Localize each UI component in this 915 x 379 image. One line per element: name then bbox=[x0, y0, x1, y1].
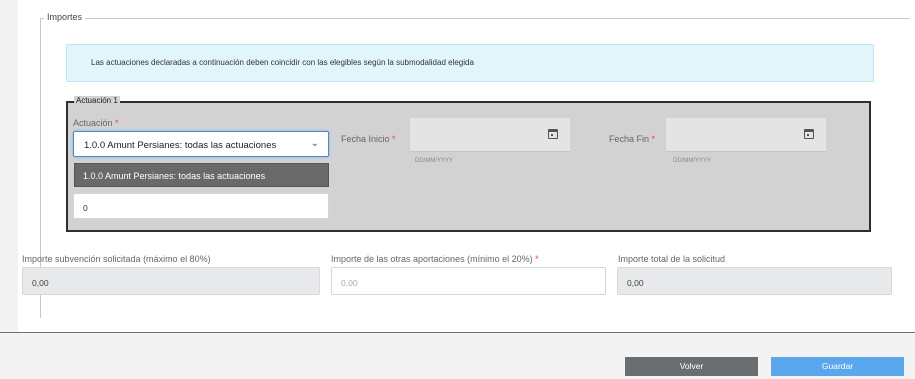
calendar-icon[interactable] bbox=[804, 129, 814, 139]
actuacion-select[interactable]: 1.0.0 Amunt Persianes: todas las actuaci… bbox=[73, 131, 329, 157]
fecha-fin-input[interactable] bbox=[666, 118, 826, 152]
fecha-inicio-input[interactable] bbox=[410, 118, 570, 152]
fecha-inicio-hint: DD/MM/YYYY bbox=[415, 158, 454, 164]
importes-legend: Importes bbox=[44, 12, 86, 22]
fecha-fin-label: Fecha Fin * bbox=[609, 134, 656, 144]
actuacion-amount-value: 0 bbox=[83, 203, 88, 213]
info-alert-text: Las actuaciones declaradas a continuació… bbox=[91, 58, 474, 67]
fecha-inicio-label: Fecha Inicio * bbox=[341, 134, 396, 144]
total-value: 0,00 bbox=[627, 278, 644, 288]
divider bbox=[0, 332, 915, 333]
actuacion-amount-input[interactable]: 0 bbox=[73, 193, 329, 219]
guardar-button[interactable]: Guardar bbox=[771, 357, 904, 376]
actuacion-legend: Actuación 1 bbox=[74, 96, 120, 105]
subvencion-value: 0,00 bbox=[32, 278, 49, 288]
otras-aportaciones-placeholder: 0,00 bbox=[341, 278, 358, 288]
otras-aportaciones-input[interactable]: 0,00 bbox=[331, 267, 606, 295]
total-label: Importe total de la solicitud bbox=[618, 254, 726, 264]
actuacion-dropdown-option[interactable]: 1.0.0 Amunt Persianes: todas las actuaci… bbox=[74, 163, 329, 187]
subvencion-field: 0,00 bbox=[22, 267, 320, 295]
info-alert: Las actuaciones declaradas a continuació… bbox=[66, 44, 874, 82]
fecha-fin-hint: DD/MM/YYYY bbox=[673, 158, 712, 164]
otras-aportaciones-label: Importe de las otras aportaciones (mínim… bbox=[331, 254, 539, 264]
dropdown-option-label: 1.0.0 Amunt Persianes: todas las actuaci… bbox=[83, 171, 266, 181]
actuacion-select-value: 1.0.0 Amunt Persianes: todas las actuaci… bbox=[84, 140, 277, 151]
calendar-icon[interactable] bbox=[548, 129, 558, 139]
actuacion-label: Actuación * bbox=[73, 118, 119, 128]
total-field: 0,00 bbox=[617, 267, 892, 295]
chevron-down-icon: ⌄ bbox=[310, 138, 319, 149]
subvencion-label: Importe subvención solicitada (máximo el… bbox=[22, 254, 211, 264]
volver-button[interactable]: Volver bbox=[625, 357, 758, 376]
